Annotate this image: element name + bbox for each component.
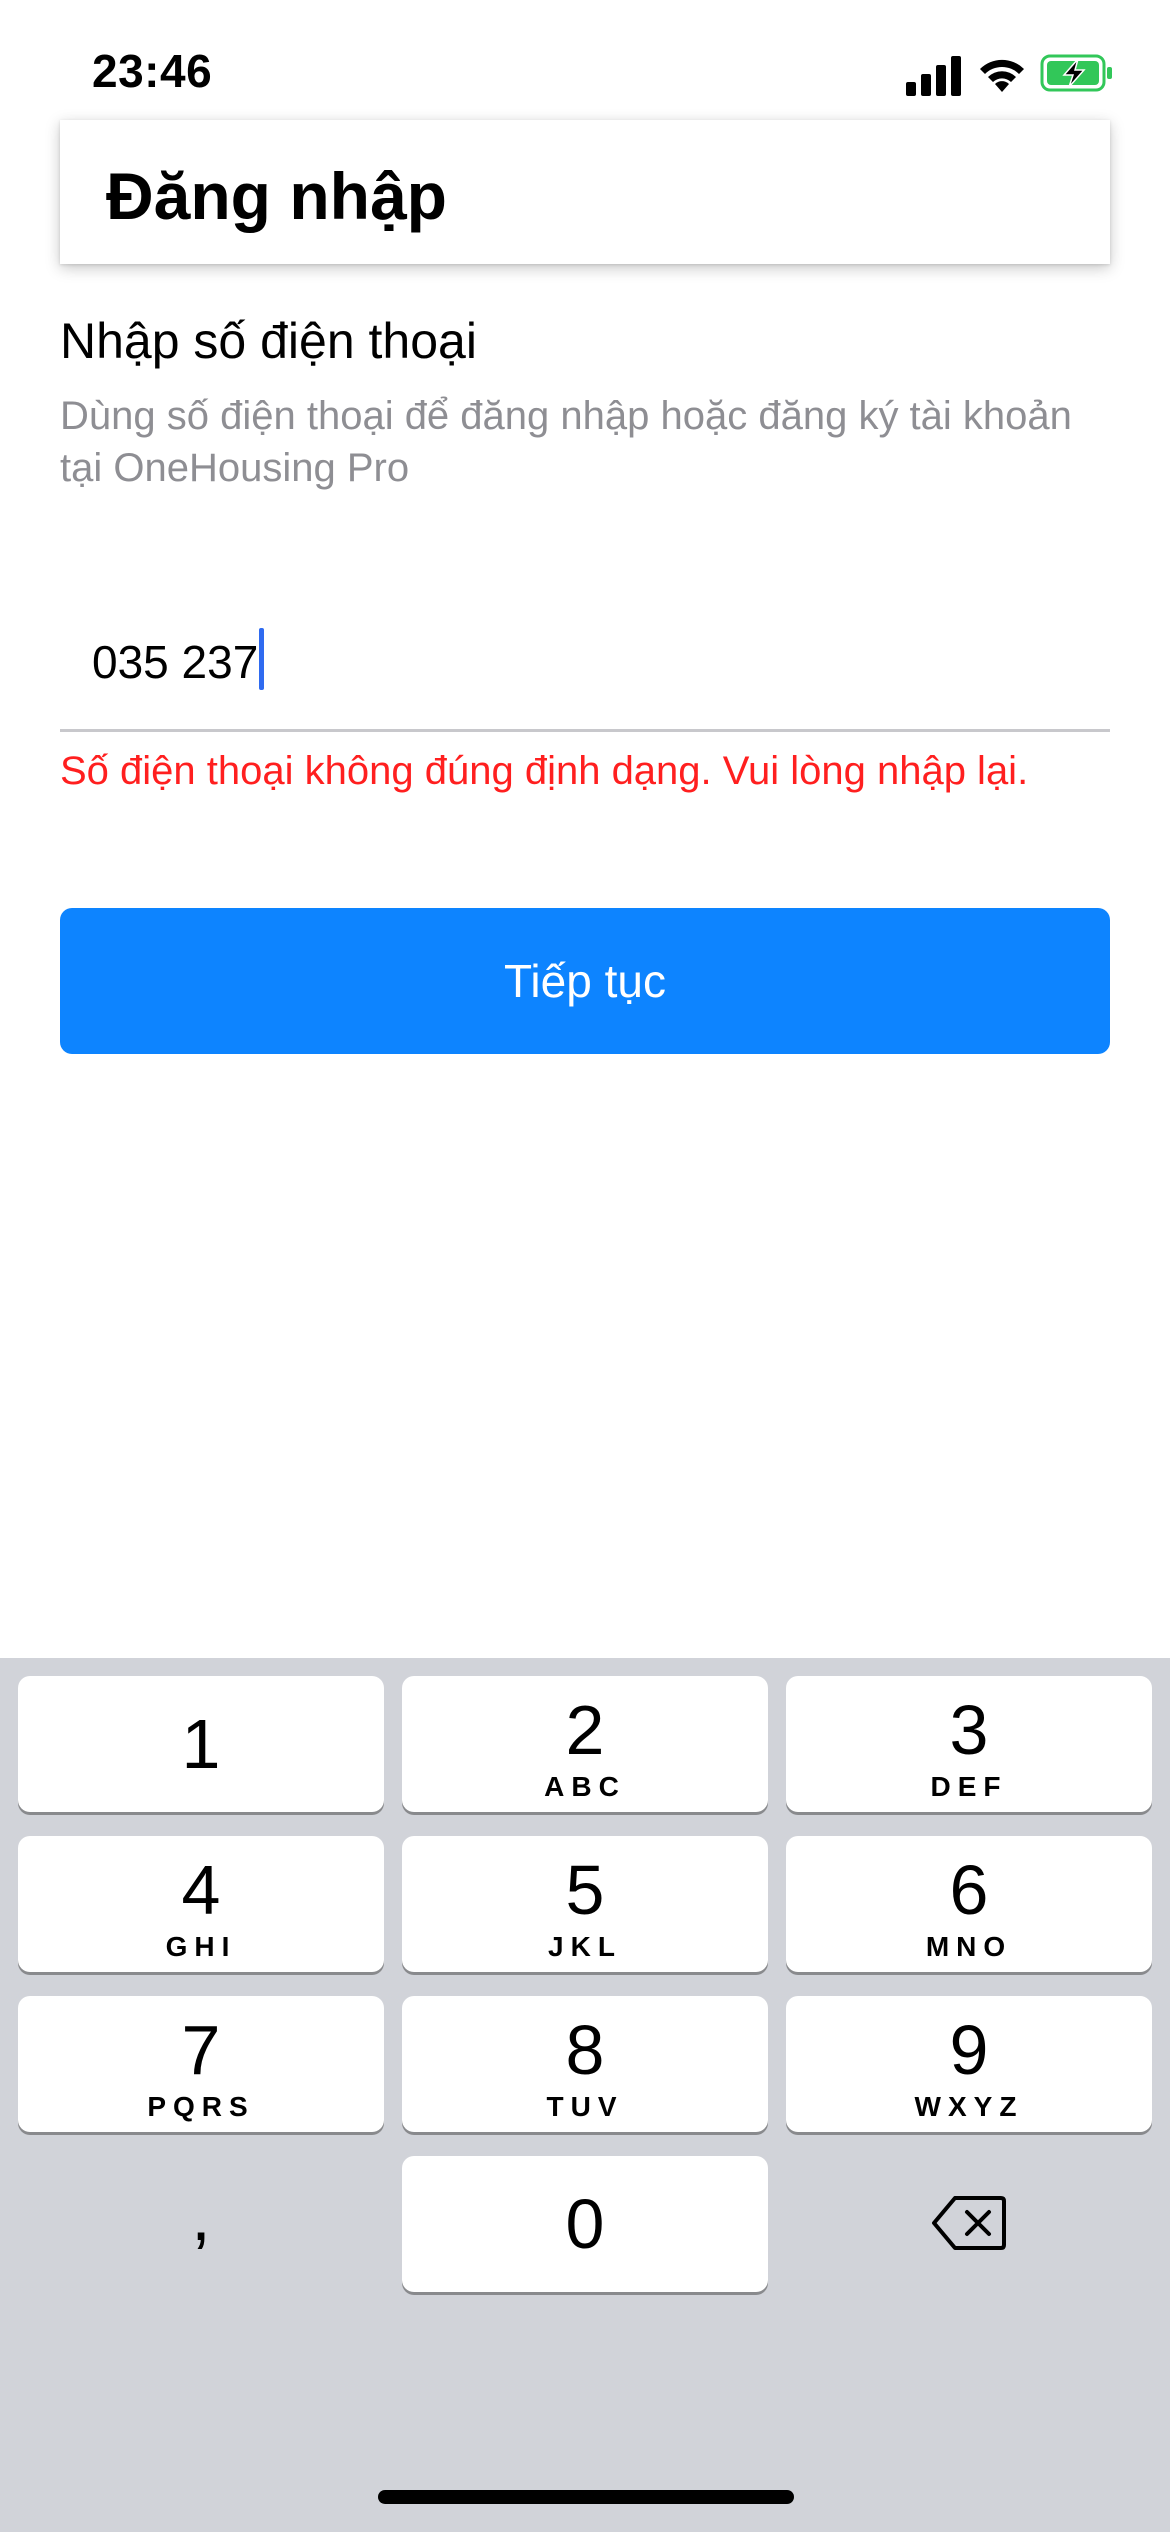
key-letters: WXYZ: [914, 2091, 1024, 2122]
key-1[interactable]: 1: [18, 1676, 384, 1812]
key-0[interactable]: 0: [402, 2156, 768, 2292]
key-letters: TUV: [546, 2091, 624, 2122]
key-letters: MNO: [925, 1931, 1013, 1962]
key-digit: 0: [565, 2185, 605, 2263]
key-digit: 9: [949, 2011, 989, 2089]
key-3[interactable]: 3 DEF: [786, 1676, 1152, 1812]
delete-backspace-icon: [932, 2196, 1006, 2250]
input-underline: [60, 729, 1110, 732]
key-4[interactable]: 4 GHI: [18, 1836, 384, 1972]
key-9[interactable]: 9 WXYZ: [786, 1996, 1152, 2132]
status-time: 23:46: [92, 45, 213, 97]
key-digit: 1: [181, 1705, 221, 1783]
error-message: Số điện thoại không đúng định dạng. Vui …: [60, 749, 1029, 793]
phone-input[interactable]: 035 237: [60, 600, 1110, 732]
key-2[interactable]: 2 ABC: [402, 1676, 768, 1812]
key-letters: GHI: [165, 1931, 237, 1962]
key-digit: 8: [565, 2011, 605, 2089]
page-title: Đăng nhập: [106, 159, 447, 233]
home-indicator: [378, 2490, 794, 2504]
key-digit: 6: [949, 1851, 989, 1929]
key-letters: PQRS: [147, 2091, 255, 2122]
key-letters: ABC: [544, 1771, 626, 1802]
key-letters: JKL: [548, 1931, 622, 1962]
key-7[interactable]: 7 PQRS: [18, 1996, 384, 2132]
comma-key[interactable]: ,: [18, 2156, 384, 2292]
key-digit: 7: [181, 2011, 221, 2089]
key-digit: 2: [565, 1691, 605, 1769]
battery-charging-icon: [1040, 54, 1112, 92]
key-6[interactable]: 6 MNO: [786, 1836, 1152, 1972]
key-8[interactable]: 8 TUV: [402, 1996, 768, 2132]
section-title: Nhập số điện thoại: [60, 313, 477, 369]
delete-key[interactable]: [786, 2156, 1152, 2292]
text-cursor: [259, 628, 265, 690]
phone-input-value: 035 237: [92, 628, 265, 690]
continue-button[interactable]: Tiếp tục: [60, 908, 1110, 1054]
key-5[interactable]: 5 JKL: [402, 1836, 768, 1972]
key-digit: 3: [949, 1691, 989, 1769]
wifi-icon: [980, 59, 1024, 92]
status-bar: 23:46: [0, 0, 1170, 120]
cellular-signal-icon: [906, 56, 961, 96]
key-letters: DEF: [930, 1771, 1008, 1802]
key-digit: 5: [565, 1851, 605, 1929]
key-digit: 4: [181, 1851, 221, 1929]
comma-label: ,: [191, 2177, 211, 2255]
numeric-keypad: 1 2 ABC 3 DEF 4 GHI 5 JKL 6 MNO 7 PQRS 8…: [0, 1658, 1170, 2532]
header-bar: Đăng nhập: [60, 120, 1110, 264]
section-subtitle: Dùng số điện thoại để đăng nhập hoặc đăn…: [60, 394, 1072, 490]
